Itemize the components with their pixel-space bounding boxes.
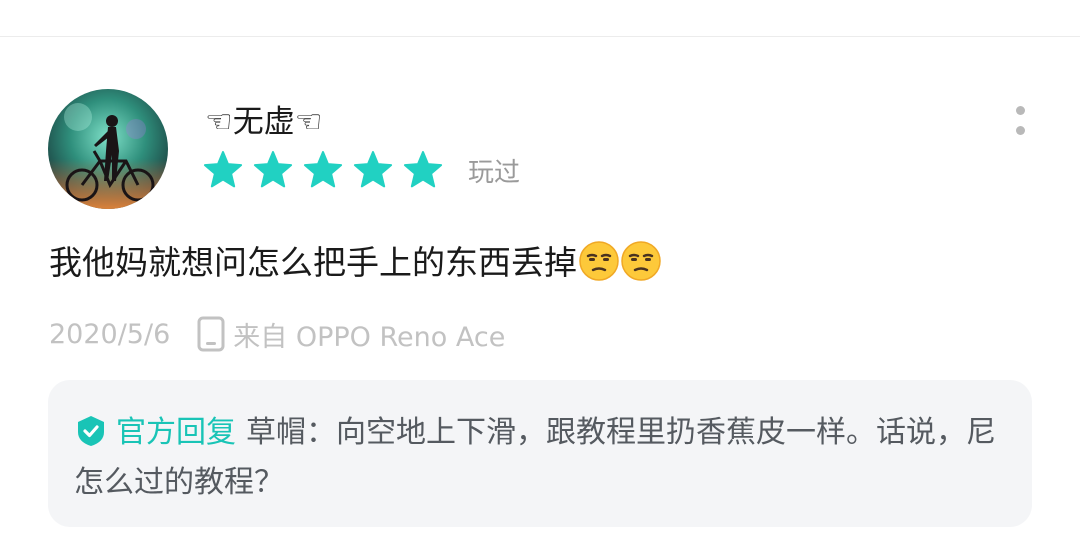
more-options-button[interactable] (1006, 102, 1036, 142)
unamused-face-icon (579, 241, 619, 281)
star-icon (353, 150, 393, 190)
star-rating (203, 150, 443, 190)
avatar[interactable] (48, 89, 168, 209)
review-meta: 2020/5/6 来自 OPPO Reno Ace (49, 314, 505, 354)
more-dot-icon (1016, 126, 1025, 135)
review-date: 2020/5/6 (49, 318, 171, 350)
shield-check-icon (74, 414, 108, 448)
review-device: 来自 OPPO Reno Ace (233, 321, 506, 353)
star-icon (303, 150, 343, 190)
star-icon (253, 150, 293, 190)
username[interactable]: ☜无虚☜ (205, 100, 323, 144)
reply-text: 官方回复 草帽：向空地上下滑，跟教程里扔香蕉皮一样。话说，尼怎么过的教程？ (74, 408, 1004, 508)
top-divider (0, 36, 1080, 37)
review-body: 我他妈就想问怎么把手上的东西丢掉 (49, 243, 577, 282)
play-status: 玩过 (468, 158, 521, 188)
phone-icon (197, 316, 225, 352)
official-reply-label: 官方回复 (116, 415, 236, 450)
unamused-face-icon (621, 241, 661, 281)
review-text: 我他妈就想问怎么把手上的东西丢掉 (49, 240, 661, 286)
more-dot-icon (1016, 106, 1025, 115)
star-icon (203, 150, 243, 190)
official-reply[interactable]: 官方回复 草帽：向空地上下滑，跟教程里扔香蕉皮一样。话说，尼怎么过的教程？ (48, 380, 1032, 527)
star-icon (403, 150, 443, 190)
